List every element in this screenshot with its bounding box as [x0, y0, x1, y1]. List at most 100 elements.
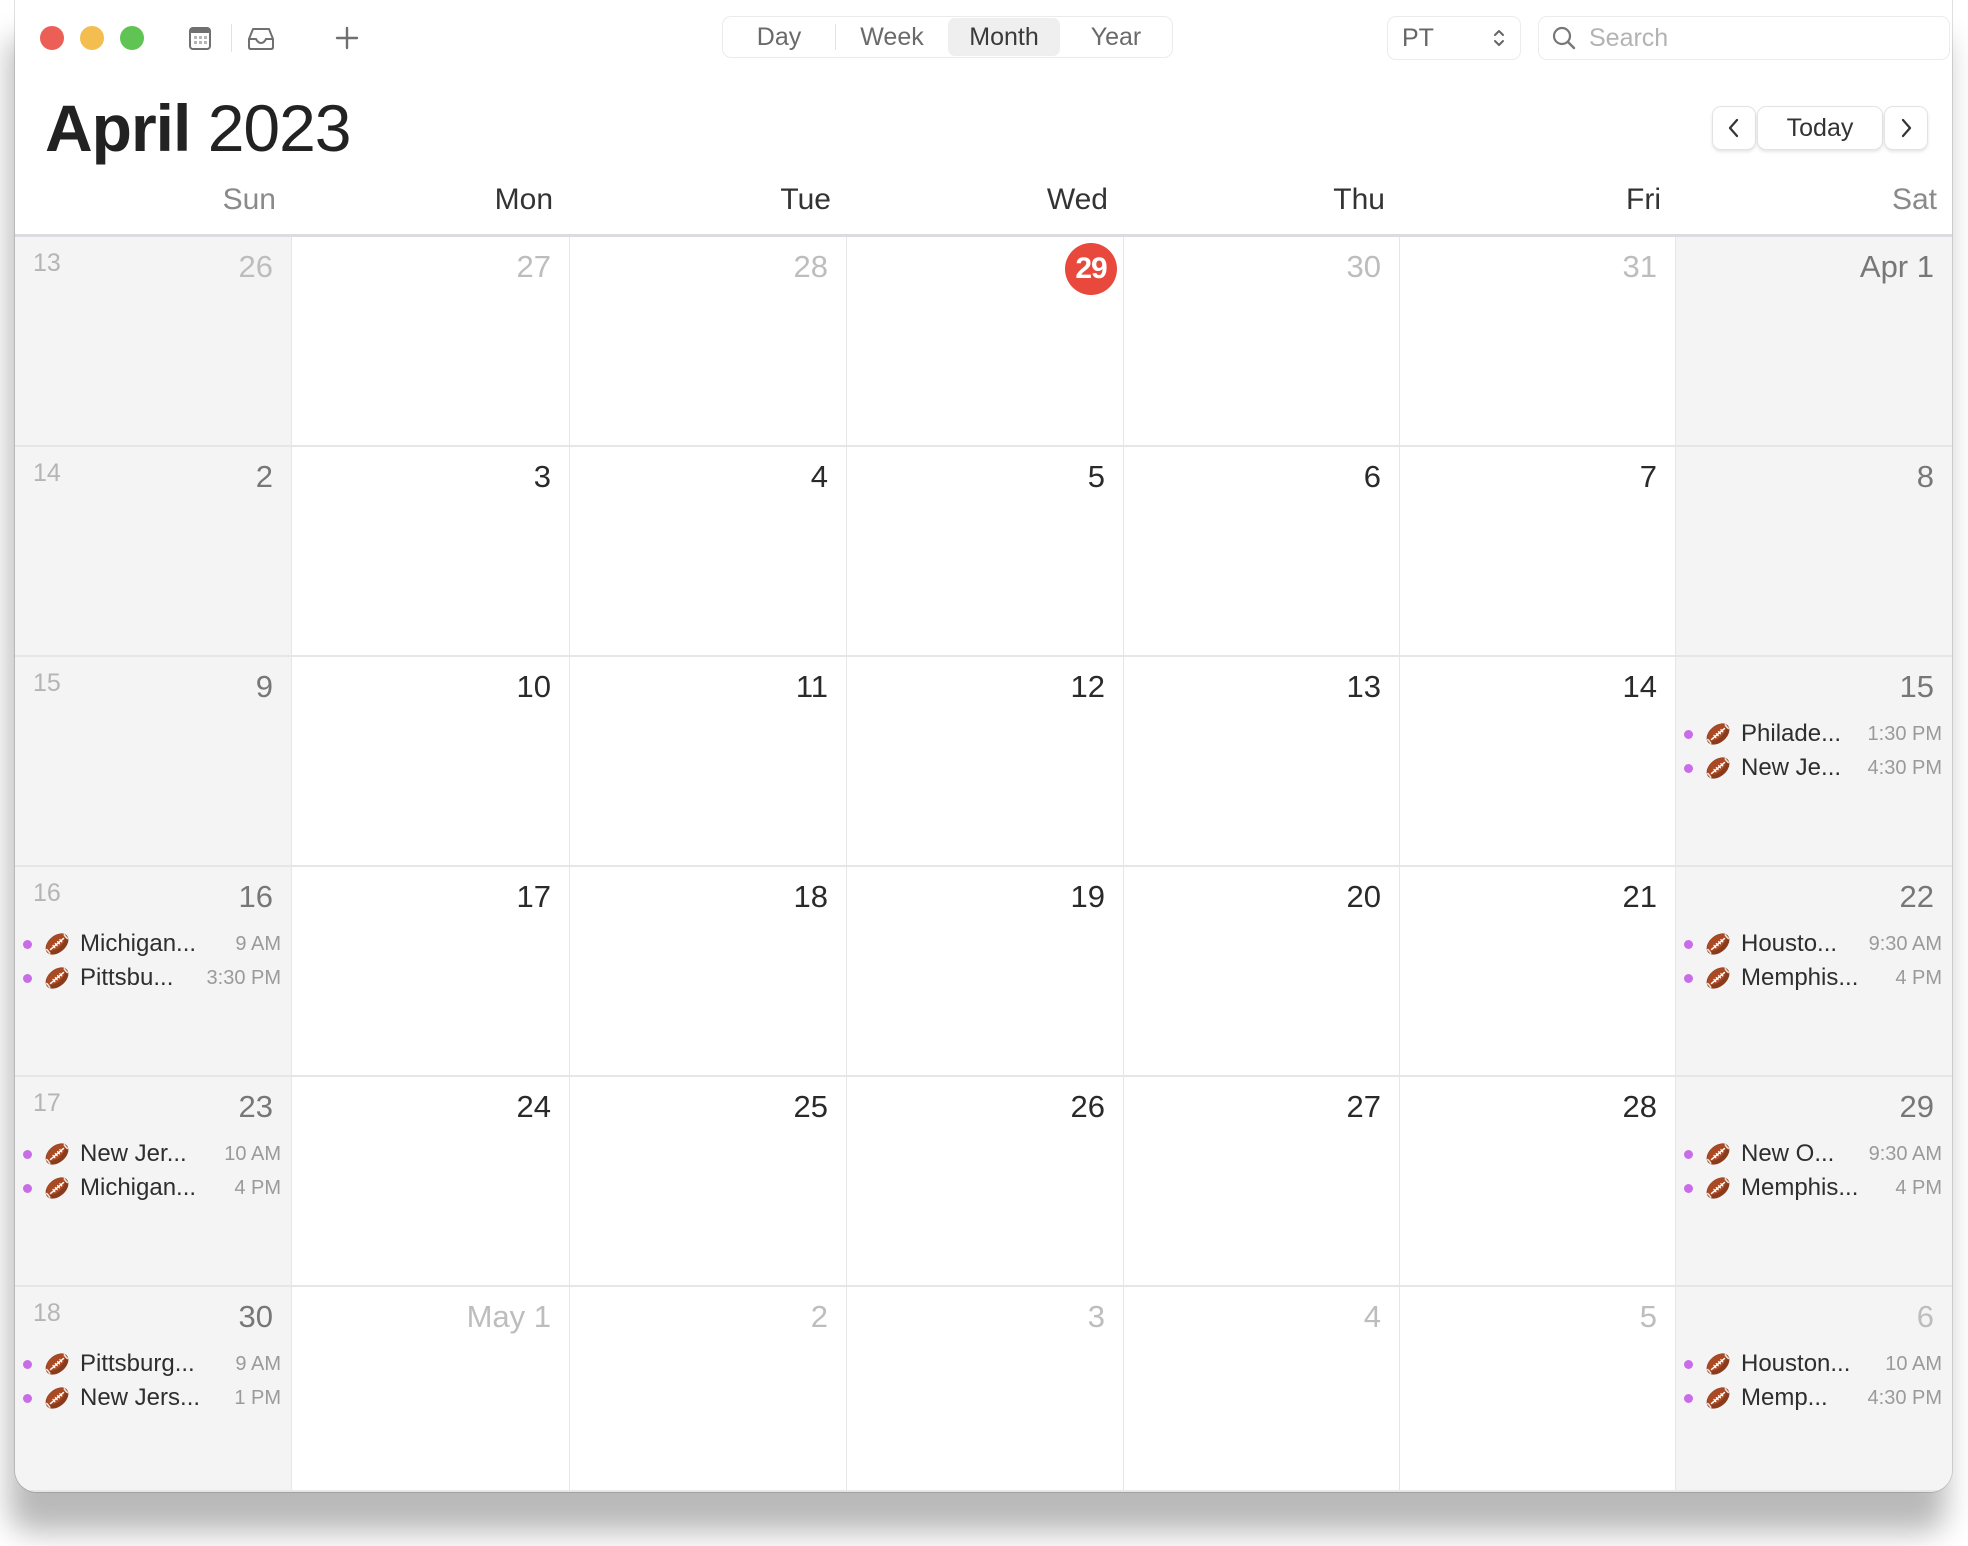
add-event-button[interactable]	[331, 22, 363, 54]
event-time: 1:30 PM	[1867, 722, 1942, 745]
day-number: Apr 1	[1859, 249, 1934, 284]
day-number: 7	[1639, 459, 1657, 494]
day-number: 8	[1916, 459, 1934, 494]
day-cell[interactable]: 3	[292, 447, 570, 657]
event-time: 9 AM	[235, 1352, 281, 1375]
calendar-color-dot	[1684, 729, 1693, 739]
day-cell[interactable]: 15 Philade... 1:30 PM New Je... 4:30 PM	[1676, 657, 1952, 867]
event-title: Memp...	[1741, 1384, 1828, 1411]
day-cell[interactable]: 18	[570, 867, 847, 1077]
football-icon	[1703, 753, 1733, 783]
day-cell[interactable]: 24	[292, 1077, 570, 1287]
search-icon	[1552, 26, 1576, 50]
day-cell[interactable]: 27	[1124, 1077, 1400, 1287]
day-cell[interactable]: 8	[1676, 447, 1952, 657]
day-cell[interactable]: 27	[292, 237, 570, 447]
day-number: 9	[255, 669, 273, 704]
calendar-event[interactable]: Pittsburg... 9 AM	[23, 1347, 281, 1381]
day-cell[interactable]: 20	[1124, 867, 1400, 1077]
next-month-button[interactable]	[1884, 106, 1928, 150]
calendar-event[interactable]: New O... 9:30 AM	[1684, 1137, 1942, 1171]
inbox-icon[interactable]	[245, 22, 277, 54]
day-cell[interactable]: 22 Housto... 9:30 AM Memphis... 4 PM	[1676, 867, 1952, 1077]
event-title: New Je...	[1741, 754, 1842, 781]
calendar-event[interactable]: Pittsbu... 3:30 PM	[23, 961, 281, 995]
day-number: 6	[1916, 1299, 1934, 1334]
weekday-label: Thu	[1333, 183, 1385, 216]
search-field[interactable]	[1538, 16, 1950, 60]
calendar-event[interactable]: Memp... 4:30 PM	[1684, 1381, 1942, 1415]
event-time: 4:30 PM	[1867, 756, 1942, 779]
day-cell[interactable]: 12	[847, 657, 1124, 867]
calendar-event[interactable]: New Je... 4:30 PM	[1684, 751, 1942, 785]
football-icon	[42, 1383, 72, 1413]
tab-year[interactable]: Year	[1060, 18, 1172, 56]
today-button[interactable]: Today	[1757, 106, 1883, 150]
day-cell[interactable]: 17	[292, 867, 570, 1077]
minimize-window-button[interactable]	[80, 26, 104, 50]
day-cell[interactable]: 6 Houston... 10 AM Memp... 4:30 PM	[1676, 1287, 1952, 1492]
day-cell[interactable]: 28	[1400, 1077, 1676, 1287]
calendar-event[interactable]: Michigan... 4 PM	[23, 1171, 281, 1205]
day-number: 4	[810, 459, 828, 494]
month-grid: 13 26 27 28 29 30 31 Apr 1 14 2 3 4 5 6 7 8 15 9 10 11 12 13 1…	[15, 237, 1952, 1492]
day-cell[interactable]: 21	[1400, 867, 1676, 1077]
football-icon	[42, 963, 72, 993]
day-number: 10	[516, 669, 551, 704]
calendar-event[interactable]: Houston... 10 AM	[1684, 1347, 1942, 1381]
day-cell[interactable]: 26	[847, 1077, 1124, 1287]
calendar-event[interactable]: Housto... 9:30 AM	[1684, 927, 1942, 961]
zoom-window-button[interactable]	[120, 26, 144, 50]
day-cell[interactable]: 29 New O... 9:30 AM Memphis... 4 PM	[1676, 1077, 1952, 1287]
day-cell[interactable]: 5	[847, 447, 1124, 657]
day-cell[interactable]: 17 23 New Jer... 10 AM Michigan... 4 PM	[15, 1077, 292, 1287]
day-cell[interactable]: 29	[847, 237, 1124, 447]
day-cell[interactable]: 31	[1400, 237, 1676, 447]
calendar-event[interactable]: Memphis... 4 PM	[1684, 961, 1942, 995]
day-cell[interactable]: 4	[1124, 1287, 1400, 1492]
day-cell[interactable]: 7	[1400, 447, 1676, 657]
previous-month-button[interactable]	[1712, 106, 1756, 150]
day-number: 26	[238, 249, 273, 284]
day-cell[interactable]: 5	[1400, 1287, 1676, 1492]
day-cell[interactable]: 18 30 Pittsburg... 9 AM New Jers... 1 PM	[15, 1287, 292, 1492]
calendar-event[interactable]: Philade... 1:30 PM	[1684, 717, 1942, 751]
tab-month[interactable]: Month	[948, 18, 1060, 56]
day-cell[interactable]: 3	[847, 1287, 1124, 1492]
day-cell[interactable]: 6	[1124, 447, 1400, 657]
close-window-button[interactable]	[40, 26, 64, 50]
day-cell[interactable]: 19	[847, 867, 1124, 1077]
day-number: 28	[793, 249, 828, 284]
timezone-select[interactable]: PT	[1387, 16, 1521, 60]
day-cell[interactable]: 13	[1124, 657, 1400, 867]
day-cell[interactable]: 2	[570, 1287, 847, 1492]
calendar-event[interactable]: New Jer... 10 AM	[23, 1137, 281, 1171]
calendar-event[interactable]: Memphis... 4 PM	[1684, 1171, 1942, 1205]
day-cell[interactable]: 14 2	[15, 447, 292, 657]
day-cell[interactable]: 4	[570, 447, 847, 657]
tab-week[interactable]: Week	[836, 18, 948, 56]
view-switcher: Day Week Month Year	[722, 16, 1173, 58]
day-cell[interactable]: 11	[570, 657, 847, 867]
day-cell[interactable]: May 1	[292, 1287, 570, 1492]
search-input[interactable]	[1587, 22, 1921, 54]
calendar-event[interactable]: Michigan... 9 AM	[23, 927, 281, 961]
calendar-event[interactable]: New Jers... 1 PM	[23, 1381, 281, 1415]
event-title: Memphis...	[1741, 1174, 1859, 1201]
weekday-label: Wed	[1046, 183, 1108, 216]
day-cell[interactable]: 30	[1124, 237, 1400, 447]
day-cell[interactable]: 13 26	[15, 237, 292, 447]
day-cell[interactable]: 15 9	[15, 657, 292, 867]
tab-day[interactable]: Day	[723, 18, 835, 56]
day-cell[interactable]: 25	[570, 1077, 847, 1287]
day-number: 17	[516, 879, 551, 914]
day-cell[interactable]: Apr 1	[1676, 237, 1952, 447]
day-cell[interactable]: 10	[292, 657, 570, 867]
day-cell[interactable]: 16 16 Michigan... 9 AM Pittsbu... 3:30 PM	[15, 867, 292, 1077]
day-cell[interactable]: 14	[1400, 657, 1676, 867]
football-icon	[1703, 929, 1733, 959]
event-time: 10 AM	[224, 1142, 281, 1165]
event-list: New Jer... 10 AM Michigan... 4 PM	[23, 1137, 281, 1205]
calendars-icon[interactable]	[184, 22, 216, 54]
day-cell[interactable]: 28	[570, 237, 847, 447]
